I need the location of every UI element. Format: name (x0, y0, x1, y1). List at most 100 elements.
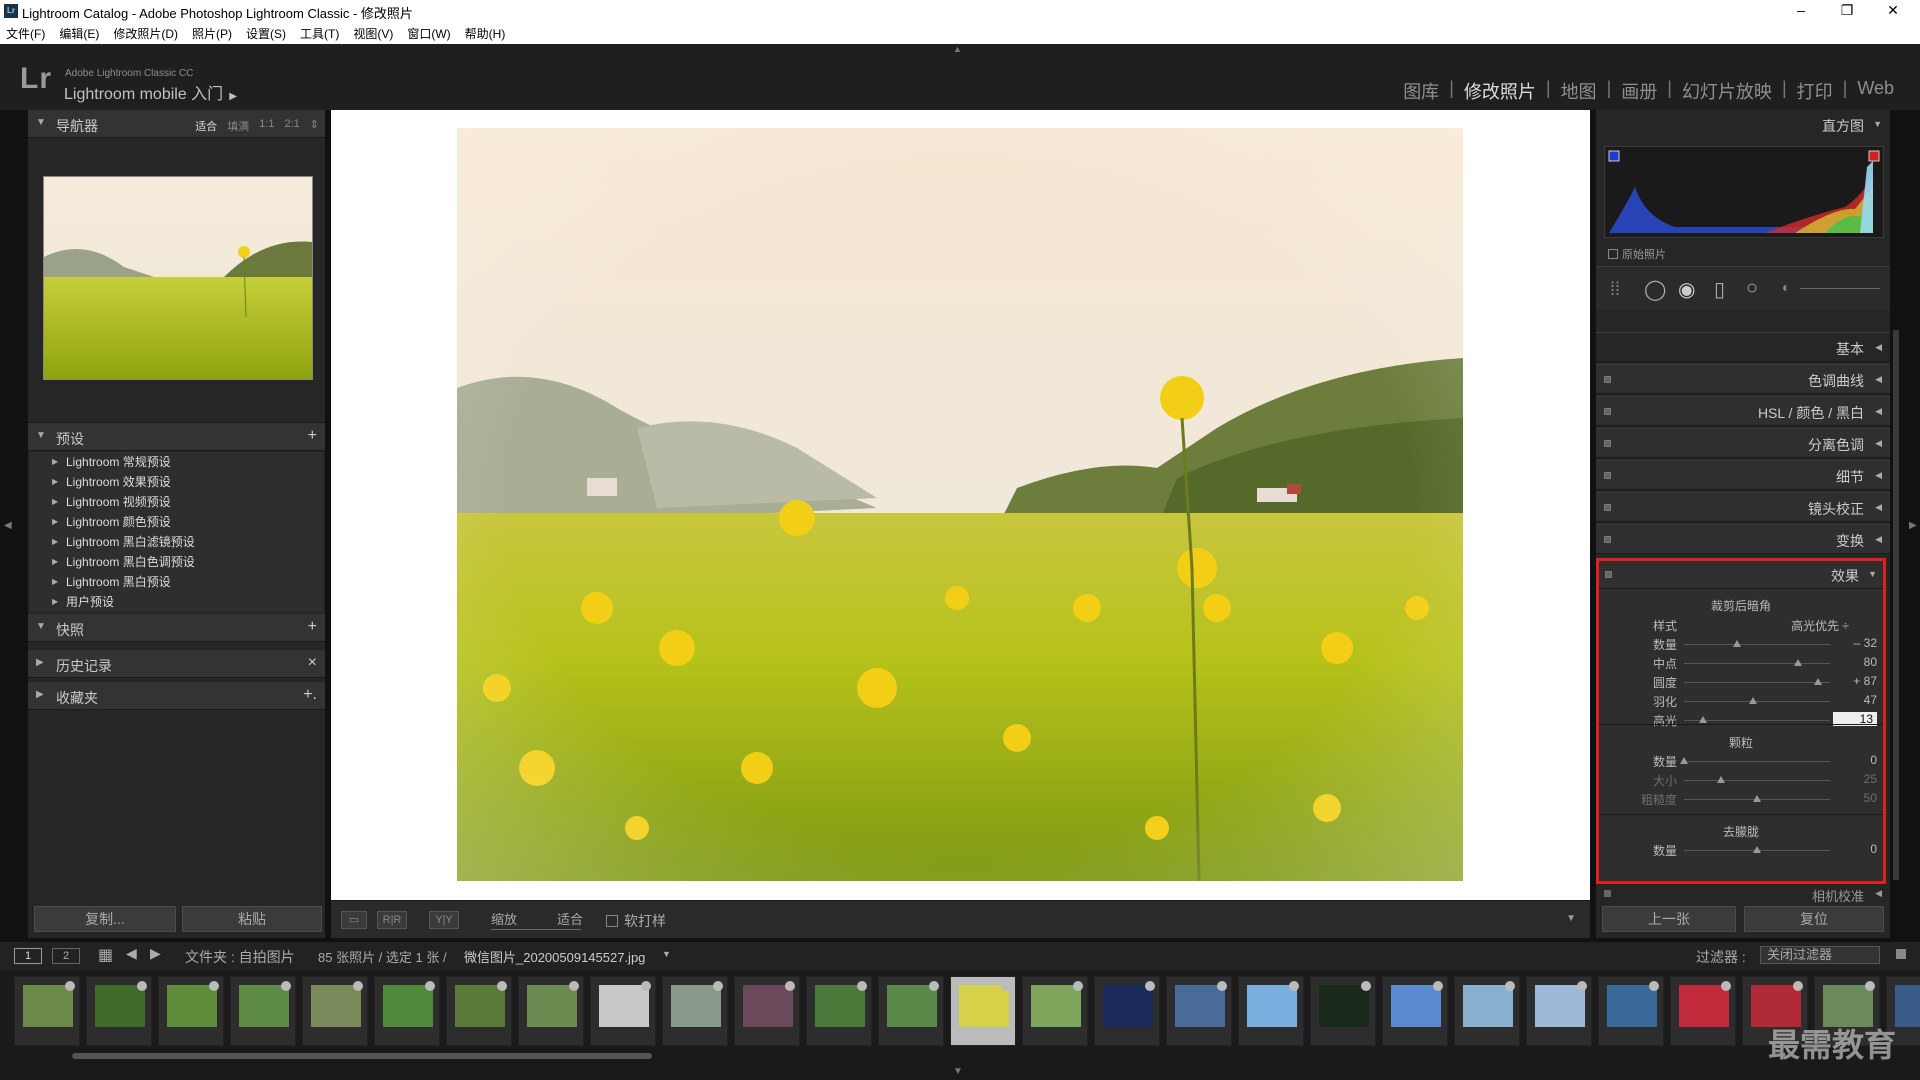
close-button[interactable]: ✕ (1870, 0, 1916, 22)
filmstrip-thumbnail[interactable] (806, 976, 872, 1046)
folder-source[interactable]: 文件夹 : 自拍图片 (185, 947, 295, 967)
filmstrip-thumbnail[interactable] (1238, 976, 1304, 1046)
filmstrip-thumbnail[interactable] (950, 976, 1016, 1046)
module-develop[interactable]: 修改照片 (1454, 78, 1546, 104)
main-photo[interactable] (457, 128, 1463, 881)
filmstrip-thumbnail[interactable] (86, 976, 152, 1046)
before-after-lr-button[interactable]: R|R (377, 911, 407, 929)
zoom-2-1[interactable]: 2:1 (284, 118, 299, 134)
menu-photo[interactable]: 照片(P) (192, 25, 232, 42)
filmstrip-thumbnail[interactable] (590, 976, 656, 1046)
slider-knob[interactable] (1716, 776, 1725, 783)
slider-knob[interactable] (1793, 659, 1802, 666)
preset-folder-bw-filter[interactable]: ▶ Lightroom 黑白滤镜预设 (30, 532, 323, 552)
menu-tools[interactable]: 工具(T) (300, 25, 339, 42)
filmstrip-thumbnail[interactable] (1670, 976, 1736, 1046)
filter-select[interactable]: 关闭过滤器 (1760, 946, 1880, 964)
collections-header[interactable]: ▶ 收藏夹 +. (28, 682, 325, 710)
menu-file[interactable]: 文件(F) (6, 25, 45, 42)
panel-camera-calibration[interactable]: 相机校准 ◀ (1596, 884, 1890, 904)
slider-knob[interactable] (1732, 640, 1741, 647)
preset-folder-effects[interactable]: ▶ Lightroom 效果预设 (30, 472, 323, 492)
slider-value[interactable]: 47 (1837, 693, 1877, 707)
filmstrip-thumbnail[interactable] (230, 976, 296, 1046)
collapse-top-arrow-icon[interactable]: ▲ (953, 44, 962, 54)
preset-folder-color[interactable]: ▶ Lightroom 颜色预设 (30, 512, 323, 532)
panel-split-toning[interactable]: 分离色调 ◀ (1596, 428, 1890, 458)
panel-detail[interactable]: 细节 ◀ (1596, 460, 1890, 490)
brush-slider[interactable] (1800, 288, 1880, 289)
effects-header[interactable]: 效果 ▼ (1599, 561, 1883, 589)
histogram-header[interactable]: 直方图 ▼ (1596, 110, 1890, 140)
filmstrip-thumbnail[interactable] (1598, 976, 1664, 1046)
panel-switch-icon[interactable] (1604, 408, 1611, 415)
slider-value[interactable]: 0 (1837, 753, 1877, 767)
slider-value[interactable]: 80 (1837, 655, 1877, 669)
presets-header[interactable]: ▼ 预设 + (28, 423, 325, 451)
filter-lock-icon[interactable] (1896, 949, 1906, 959)
main-window-button[interactable]: 1 (14, 948, 42, 964)
preset-folder-bw-toned[interactable]: ▶ Lightroom 黑白色调预设 (30, 552, 323, 572)
menu-view[interactable]: 视图(V) (353, 25, 393, 42)
panel-switch-icon[interactable] (1604, 536, 1611, 543)
preset-folder-video[interactable]: ▶ Lightroom 视频预设 (30, 492, 323, 512)
menu-develop[interactable]: 修改照片(D) (113, 25, 178, 42)
filmstrip-thumbnail[interactable] (446, 976, 512, 1046)
module-book[interactable]: 画册 (1611, 78, 1667, 104)
slider-value[interactable]: – 32 (1837, 636, 1877, 650)
filmstrip-thumbnail[interactable] (1166, 976, 1232, 1046)
menu-edit[interactable]: 编辑(E) (59, 25, 99, 42)
slider-knob[interactable] (1814, 678, 1823, 685)
slider-track[interactable] (1684, 780, 1830, 781)
panel-transform[interactable]: 变换 ◀ (1596, 524, 1890, 554)
vignette-style-select[interactable]: 高光优先 ÷ (1791, 617, 1849, 634)
filename-menu-arrow-icon[interactable]: ▼ (662, 949, 671, 959)
preset-folder-general[interactable]: ▶ Lightroom 常规预设 (30, 452, 323, 472)
previous-button[interactable]: 上一张 (1602, 906, 1736, 932)
menu-window[interactable]: 窗口(W) (407, 25, 450, 42)
filmstrip-thumbnail[interactable] (1094, 976, 1160, 1046)
slider-track[interactable] (1684, 682, 1830, 683)
preset-folder-bw[interactable]: ▶ Lightroom 黑白预设 (30, 572, 323, 592)
snapshots-header[interactable]: ▼ 快照 + (28, 614, 325, 642)
filmstrip-scrollbar[interactable] (72, 1053, 652, 1059)
clear-history-icon[interactable]: × (308, 654, 317, 672)
slider-track[interactable] (1684, 701, 1830, 702)
preset-folder-user[interactable]: ▶ 用户预设 (30, 592, 323, 612)
softproof-checkbox[interactable] (606, 915, 618, 927)
filmstrip-thumbnail[interactable] (1310, 976, 1376, 1046)
menu-settings[interactable]: 设置(S) (246, 25, 286, 42)
filmstrip-thumbnail[interactable] (1382, 976, 1448, 1046)
filmstrip-thumbnail[interactable] (158, 976, 224, 1046)
filmstrip-thumbnail[interactable] (1454, 976, 1520, 1046)
forward-arrow-icon[interactable]: ▶ (150, 945, 161, 962)
slider-value[interactable]: 50 (1837, 791, 1877, 805)
slider-value[interactable]: 0 (1837, 842, 1877, 856)
crop-overlay-icon[interactable]: ⁞⁞ (1610, 279, 1620, 300)
filename[interactable]: 微信图片_20200509145527.jpg (464, 947, 645, 966)
slider-track[interactable] (1684, 663, 1830, 664)
back-arrow-icon[interactable]: ◀ (126, 945, 137, 962)
filmstrip-thumbnail[interactable] (518, 976, 584, 1046)
panel-tone-curve[interactable]: 色调曲线 ◀ (1596, 364, 1890, 394)
filmstrip-thumbnail[interactable] (374, 976, 440, 1046)
before-after-swap-button[interactable]: Y|Y (429, 911, 459, 929)
module-map[interactable]: 地图 (1551, 78, 1607, 104)
panel-switch-icon[interactable] (1605, 571, 1612, 578)
softproof-toggle[interactable]: 软打样 (606, 911, 666, 931)
filmstrip-thumbnail[interactable] (878, 976, 944, 1046)
zoom-more-icon[interactable]: ⇕ (310, 118, 319, 134)
history-header[interactable]: ▶ 历史记录 × (28, 650, 325, 678)
slider-knob[interactable] (1753, 846, 1761, 853)
slider-value[interactable]: + 87 (1837, 674, 1877, 688)
minimize-button[interactable]: – (1778, 0, 1824, 22)
restore-button[interactable]: ❐ (1824, 0, 1870, 22)
adjustment-brush-icon[interactable]: ◐ (1782, 279, 1790, 295)
menu-help[interactable]: 帮助(H) (465, 25, 506, 42)
grid-view-icon[interactable]: ▦ (98, 945, 113, 965)
filmstrip-thumbnail[interactable] (734, 976, 800, 1046)
navigator-preview[interactable] (28, 138, 325, 423)
panel-switch-icon[interactable] (1604, 376, 1611, 383)
right-panel-scrollbar[interactable] (1893, 330, 1899, 880)
graduated-filter-icon[interactable]: ▯ (1714, 277, 1725, 302)
